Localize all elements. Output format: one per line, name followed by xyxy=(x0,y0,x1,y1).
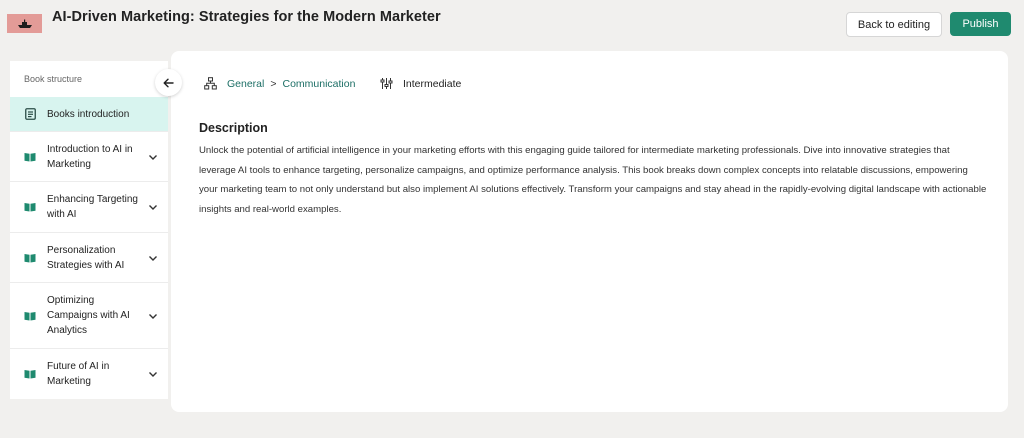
sidebar-item-label: Introduction to AI in Marketing xyxy=(47,143,133,170)
arrow-left-icon xyxy=(163,78,174,87)
sliders-icon xyxy=(380,77,393,90)
sidebar-heading: Book structure xyxy=(24,74,83,84)
document-icon xyxy=(24,108,36,120)
collapse-sidebar-button[interactable] xyxy=(155,69,182,96)
breadcrumb: General > Communication xyxy=(204,77,355,90)
sidebar-item-books-introduction[interactable]: Books introduction xyxy=(10,97,168,131)
description-heading: Description xyxy=(199,121,268,135)
sidebar-item-label: Personalization Strategies with AI xyxy=(47,244,125,271)
sidebar-item-label: Optimizing Campaigns with AI Analytics xyxy=(47,295,130,336)
book-icon xyxy=(24,201,36,213)
sidebar-item-optimizing-campaigns[interactable]: Optimizing Campaigns with AI Analytics xyxy=(10,282,168,348)
ship-icon xyxy=(17,19,32,28)
difficulty-level: Intermediate xyxy=(380,77,461,90)
level-label: Intermediate xyxy=(403,77,462,90)
chevron-down-icon[interactable] xyxy=(148,253,158,263)
book-icon xyxy=(24,310,36,322)
book-icon xyxy=(24,151,36,163)
sidebar-item-label: Enhancing Targeting with AI xyxy=(47,194,138,220)
sidebar-item-label: Future of AI in Marketing xyxy=(47,360,110,387)
back-to-editing-button[interactable]: Back to editing xyxy=(846,12,942,37)
breadcrumb-subcategory[interactable]: Communication xyxy=(283,78,356,90)
book-icon xyxy=(24,252,36,264)
chevron-down-icon[interactable] xyxy=(148,369,158,379)
sidebar-item-enhancing-targeting[interactable]: Enhancing Targeting with AI xyxy=(10,181,168,232)
breadcrumb-separator: > xyxy=(270,77,277,90)
page-title: AI-Driven Marketing: Strategies for the … xyxy=(52,9,441,25)
chevron-down-icon[interactable] xyxy=(148,311,158,321)
sidebar-item-future-of-ai[interactable]: Future of AI in Marketing xyxy=(10,348,168,398)
book-structure-sidebar: Book structure Books introduction Introd… xyxy=(10,61,168,399)
hierarchy-icon xyxy=(204,77,217,90)
publish-button[interactable]: Publish xyxy=(950,12,1011,36)
book-icon xyxy=(24,368,36,380)
book-details-panel: General > Communication Intermediate Des… xyxy=(171,51,1008,412)
sidebar-item-label: Books introduction xyxy=(47,108,130,120)
sidebar-item-personalization[interactable]: Personalization Strategies with AI xyxy=(10,232,168,282)
description-text: Unlock the potential of artificial intel… xyxy=(199,145,987,215)
book-cover-thumbnail xyxy=(7,14,42,33)
chevron-down-icon[interactable] xyxy=(148,152,158,162)
breadcrumb-category[interactable]: General xyxy=(227,78,264,90)
chevron-down-icon[interactable] xyxy=(148,202,158,212)
sidebar-item-introduction-to-ai[interactable]: Introduction to AI in Marketing xyxy=(10,131,168,181)
